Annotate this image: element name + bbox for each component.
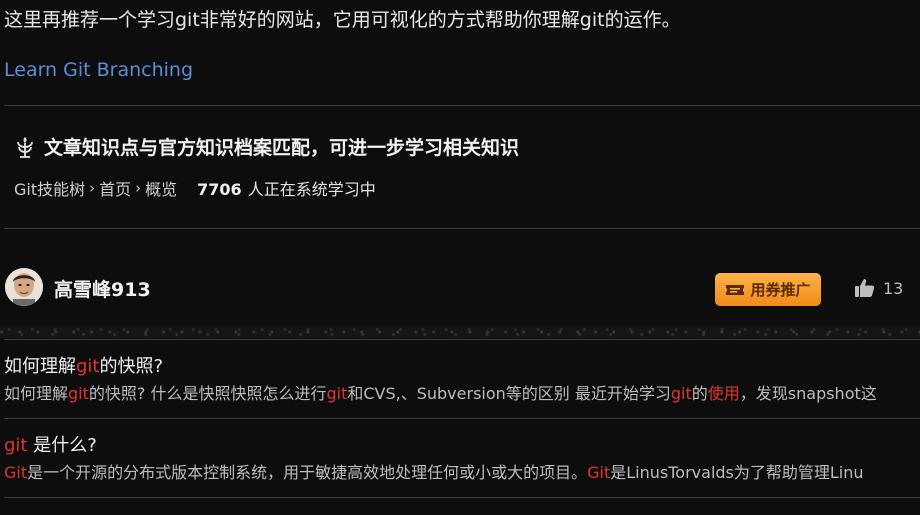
desc-text: 的 bbox=[691, 384, 708, 403]
desc-highlight: Git bbox=[587, 463, 611, 482]
desc-highlight: git bbox=[670, 384, 692, 403]
desc-highlight: git bbox=[326, 384, 348, 403]
title-highlight: git bbox=[4, 435, 28, 456]
article-footer: 这里再推荐一个学习git非常好的网站，它用可视化的方式帮助你理解git的运作。 … bbox=[0, 0, 920, 515]
ticket-icon bbox=[726, 284, 745, 295]
knowledge-title-text: 文章知识点与官方知识档案匹配，可进一步学习相关知识 bbox=[44, 137, 520, 159]
breadcrumb-overview[interactable]: 概览 bbox=[145, 176, 177, 200]
desc-highlight: Git bbox=[4, 463, 28, 482]
title-text: 如何理解 bbox=[4, 356, 76, 377]
learner-count-number: 7706 bbox=[197, 180, 242, 199]
breadcrumb-home[interactable]: 首页 bbox=[99, 176, 131, 200]
thumbs-up-icon bbox=[855, 279, 875, 297]
desc-text: 是一个开源的分布式版本控制系统，用于敏捷高效地处理任何或小或大的项目。 bbox=[27, 463, 588, 482]
author-name[interactable]: 高雪峰913 bbox=[54, 275, 151, 302]
learner-count: 7706 人正在系统学习中 bbox=[197, 176, 376, 200]
related-title[interactable]: 如何理解git的快照? bbox=[4, 352, 163, 378]
like-button[interactable]: 13 bbox=[853, 276, 903, 300]
related-article[interactable]: git 是什么? Git是一个开源的分布式版本控制系统，用于敏捷高效地处理任何或… bbox=[0, 431, 920, 493]
intro-text: 这里再推荐一个学习git非常好的网站，它用可视化的方式帮助你理解git的运作。 bbox=[4, 9, 681, 31]
desc-text: 和CVS,、Subversion等的区别 最近开始学习 bbox=[347, 384, 671, 403]
desc-highlight: git bbox=[68, 384, 89, 403]
learner-count-suffix: 人正在系统学习中 bbox=[247, 180, 376, 199]
related-title[interactable]: git 是什么? bbox=[4, 431, 97, 457]
title-highlight: git bbox=[76, 356, 100, 377]
desc-text: ，发现snapshot这 bbox=[739, 384, 877, 403]
desc-text: 的快照? 什么是快照快照怎么进行 bbox=[88, 384, 327, 403]
coupon-label: 用券推广 bbox=[750, 281, 811, 299]
knowledge-match-title: 文章知识点与官方知识档案匹配，可进一步学习相关知识 bbox=[14, 133, 519, 160]
divider bbox=[4, 105, 920, 106]
chevron-right-icon: › bbox=[135, 179, 142, 197]
related-description: Git是一个开源的分布式版本控制系统，用于敏捷高效地处理任何或小或大的项目。Gi… bbox=[4, 459, 864, 483]
breadcrumb-skill-tree[interactable]: Git技能树 bbox=[14, 176, 85, 200]
title-text: 是什么? bbox=[27, 435, 97, 456]
divider bbox=[4, 339, 920, 340]
learn-git-branching-link[interactable]: Learn Git Branching bbox=[4, 56, 193, 84]
author-row: 高雪峰913 用券推广 13 bbox=[0, 262, 920, 320]
related-article[interactable]: 如何理解git的快照? 如何理解git的快照? 什么是快照快照怎么进行git和C… bbox=[0, 352, 920, 414]
knowledge-icon bbox=[17, 136, 33, 158]
avatar[interactable] bbox=[5, 268, 43, 306]
knowledge-breadcrumb: Git技能树 › 首页 › 概览 7706 人正在系统学习中 bbox=[14, 176, 376, 200]
decorative-banner bbox=[0, 326, 920, 338]
desc-highlight: 使用 bbox=[707, 384, 740, 403]
coupon-promote-button[interactable]: 用券推广 bbox=[715, 273, 821, 306]
like-count: 13 bbox=[883, 278, 904, 298]
divider bbox=[4, 228, 920, 229]
desc-text: 是LinusTorvalds为了帮助管理Linu bbox=[610, 463, 864, 482]
desc-text: 如何理解 bbox=[4, 384, 69, 403]
related-description: 如何理解git的快照? 什么是快照快照怎么进行git和CVS,、Subversi… bbox=[4, 380, 877, 404]
chevron-right-icon: › bbox=[89, 179, 96, 197]
avatar-image bbox=[5, 268, 43, 306]
divider bbox=[4, 418, 920, 419]
divider bbox=[4, 497, 920, 498]
title-text: 的快照? bbox=[99, 356, 164, 377]
